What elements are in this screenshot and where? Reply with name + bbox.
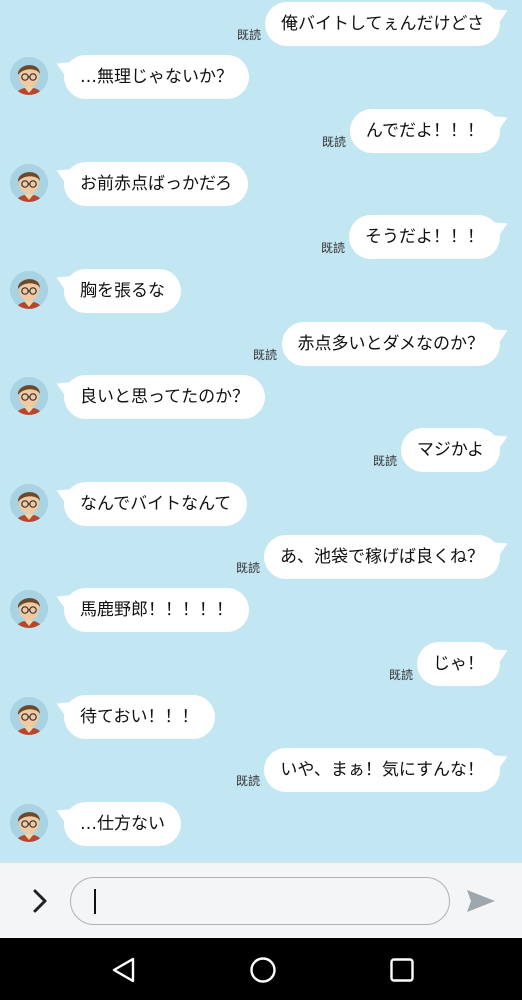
message-bubble[interactable]: 俺バイトしてぇんだけどさ [265,2,500,46]
read-receipt: 既読 [388,667,413,682]
avatar[interactable] [10,57,48,96]
sent-message: マジかよ 既読 [0,428,522,474]
message-bubble[interactable]: なんでバイトなんて [64,481,248,526]
sent-message: んでだよ！！！ 既読 [0,108,522,155]
sent-message: そうだよ！！！ 既読 [0,215,522,261]
read-receipt: 既読 [372,454,397,469]
chevron-right-icon[interactable] [26,887,54,915]
message-bubble[interactable]: んでだよ！！！ [349,108,500,153]
message-bubble[interactable]: いや、まぁ！気にすんな！ [264,748,500,793]
triangle-back-icon[interactable] [108,955,138,985]
message-bubble[interactable]: そうだよ！！！ [349,215,500,260]
read-receipt: 既読 [236,28,261,42]
sent-message: じゃ！ 既読 [0,641,522,688]
sent-message: 俺バイトしてぇんだけどさ 既読 [0,2,522,48]
android-navigation-bar [0,938,522,1000]
message-bubble[interactable]: …無理じゃないか？ [64,55,249,100]
avatar[interactable] [10,803,48,842]
received-message: お前赤点ばっかだろ [0,161,522,208]
received-message: 馬鹿野郎！！！！！ [0,588,522,634]
sent-message: あ、池袋で稼げば良くね？ 既読 [0,535,522,581]
message-bubble[interactable]: お前赤点ばっかだろ [64,161,248,206]
message-bubble[interactable]: じゃ！ [417,641,500,686]
read-receipt: 既読 [235,561,260,575]
message-bubble[interactable]: 馬鹿野郎！！！！！ [64,588,249,633]
send-icon[interactable] [465,887,497,915]
read-receipt: 既読 [321,134,346,149]
read-receipt: 既読 [252,347,277,362]
avatar[interactable] [10,590,48,629]
received-message: 良いと思ってたのか？ [0,375,522,421]
avatar[interactable] [10,483,48,522]
avatar[interactable] [10,377,48,416]
circle-home-icon[interactable] [248,955,278,985]
message-bubble[interactable]: 良いと思ってたのか？ [64,375,266,420]
avatar[interactable] [10,163,48,202]
message-bubble[interactable]: あ、池袋で稼げば良くね？ [264,535,500,579]
message-bubble[interactable]: マジかよ [400,428,500,473]
read-receipt: 既読 [235,774,260,789]
chat-area[interactable]: 俺バイトしてぇんだけどさ 既読 …無理じゃないか？ んでだよ！！！ 既読 お前赤点ばっかだ… [0,0,522,862]
avatar[interactable] [10,696,48,735]
received-message: …仕方ない [0,801,522,848]
received-message: …無理じゃないか？ [0,55,522,101]
received-message: 胸を張るな [0,268,522,315]
message-bubble[interactable]: 待ておい！！！ [64,694,215,739]
received-message: 待ておい！！！ [0,694,522,741]
message-input-bar [0,862,522,939]
sent-message: 赤点多いとダメなのか？ 既読 [0,321,522,368]
received-message: なんでバイトなんて [0,481,522,528]
sent-message: いや、まぁ！気にすんな！ 既読 [0,748,522,794]
message-bubble[interactable]: …仕方ない [64,801,181,846]
read-receipt: 既読 [320,241,345,256]
message-bubble[interactable]: 赤点多いとダメなのか？ [281,321,500,366]
message-bubble[interactable]: 胸を張るな [64,268,181,313]
square-recents-icon[interactable] [387,955,417,985]
avatar[interactable] [10,270,48,309]
message-input[interactable] [70,877,450,925]
text-caret [94,889,96,914]
